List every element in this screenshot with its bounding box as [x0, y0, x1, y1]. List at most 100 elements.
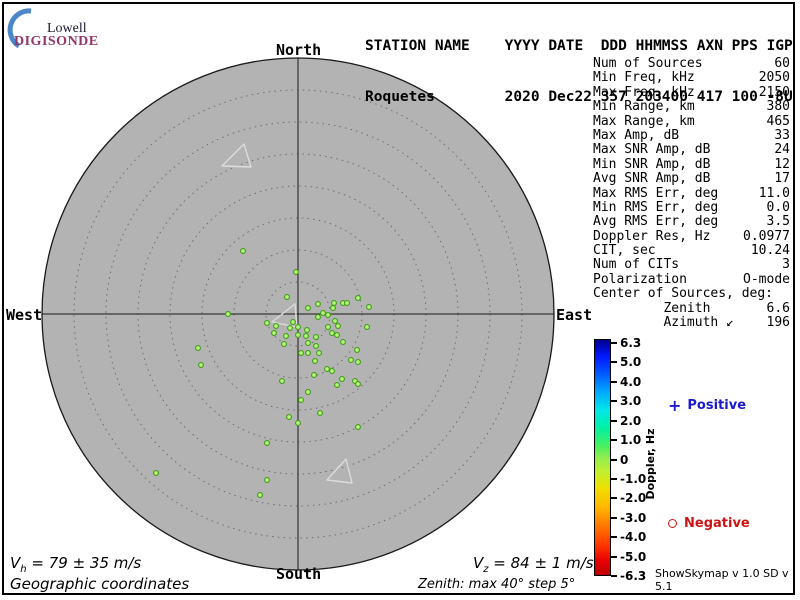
- source-dot: [280, 379, 285, 384]
- parameter-value: 17: [774, 172, 790, 186]
- source-dot: [154, 471, 159, 476]
- legend-positive: + Positive: [668, 396, 746, 415]
- parameter-label: Num of Sources: [593, 57, 703, 71]
- source-dot: [349, 358, 354, 363]
- source-dot: [336, 324, 341, 329]
- parameter-row: CIT, sec10.24: [593, 244, 790, 258]
- source-dot: [258, 493, 263, 498]
- parameter-label: Min Freq, kHz: [593, 71, 695, 85]
- source-dot: [296, 421, 301, 426]
- compass-north-label: North: [276, 41, 321, 59]
- source-dot: [335, 383, 340, 388]
- parameter-row: Min SNR Amp, dB 12: [593, 158, 790, 172]
- source-dot: [312, 373, 317, 378]
- source-dot: [199, 363, 204, 368]
- source-dot: [326, 313, 331, 318]
- source-dot: [196, 346, 201, 351]
- colorbar-tick: -6.3: [611, 568, 646, 584]
- parameter-value: 3.5: [767, 215, 790, 229]
- source-dot: [306, 306, 311, 311]
- compass-west-label: West: [6, 306, 42, 324]
- colorbar-tick: -4.0: [611, 529, 646, 545]
- parameter-row: Max RMS Err, deg11.0: [593, 187, 790, 201]
- parameter-value: 196: [767, 316, 790, 330]
- source-dot: [330, 369, 335, 374]
- source-dot: [317, 351, 322, 356]
- parameter-row: Zenith 6.6: [593, 302, 790, 316]
- parameter-label: Min SNR Amp, dB: [593, 158, 710, 172]
- parameter-row: Min Freq, kHz 2050: [593, 71, 790, 85]
- colorbar-tick: 5.0: [611, 354, 641, 370]
- source-dot: [314, 344, 319, 349]
- colorbar-tick: -5.0: [611, 549, 646, 565]
- parameter-label: Azimuth ↙: [593, 316, 734, 330]
- parameter-value: 2050: [759, 71, 790, 85]
- source-dot: [241, 249, 246, 254]
- source-dot: [274, 324, 279, 329]
- source-dot: [355, 348, 360, 353]
- source-dot: [313, 359, 318, 364]
- parameter-value: 6.6: [767, 302, 790, 316]
- coordinates-note: Geographic coordinates: [10, 575, 189, 593]
- colorbar-axis-label: Doppler, Hz: [644, 424, 658, 504]
- parameter-row: Num of CITs 3: [593, 258, 790, 272]
- parameter-label: Max Range, km: [593, 115, 695, 129]
- source-dot: [296, 325, 301, 330]
- parameter-value: 24: [774, 143, 790, 157]
- source-dot: [291, 320, 296, 325]
- source-dot: [335, 333, 340, 338]
- source-dot: [341, 340, 346, 345]
- source-dot: [340, 377, 345, 382]
- parameter-label: Polarization: [593, 273, 687, 287]
- parameter-row: Min Range, km380: [593, 100, 790, 114]
- parameter-value: 0.0977: [743, 230, 790, 244]
- parameter-label: Max Amp, dB: [593, 129, 679, 143]
- source-dot: [306, 390, 311, 395]
- source-dot: [288, 326, 293, 331]
- compass-south-label: South: [276, 565, 321, 583]
- parameter-label: Max SNR Amp, dB: [593, 143, 710, 157]
- parameter-row: Max Freq, kHz2150: [593, 86, 790, 100]
- source-dot: [314, 335, 319, 340]
- source-dot: [284, 334, 289, 339]
- legend-negative-label: Negative: [684, 516, 750, 531]
- colorbar-tick: 0: [611, 452, 628, 468]
- legend-positive-label: Positive: [687, 398, 746, 413]
- parameter-label: Avg SNR Amp, dB: [593, 172, 710, 186]
- parameter-value: 11.0: [759, 187, 790, 201]
- source-dot: [330, 331, 335, 336]
- parameter-row: Center of Sources, deg:: [593, 287, 790, 301]
- parameter-row: Azimuth ↙ 196: [593, 316, 790, 330]
- parameter-row: Min RMS Err, deg0.0: [593, 201, 790, 215]
- parameter-value: 12: [774, 158, 790, 172]
- parameter-value: O-mode: [743, 273, 790, 287]
- source-dot: [316, 302, 321, 307]
- parameter-label: Min RMS Err, deg: [593, 201, 718, 215]
- source-dot: [306, 341, 311, 346]
- parameter-label: Zenith: [593, 302, 710, 316]
- source-dot: [294, 270, 299, 275]
- parameter-row: Doppler Res, Hz0.0977: [593, 230, 790, 244]
- parameter-row: Avg RMS Err, deg3.5: [593, 215, 790, 229]
- source-dot: [282, 342, 287, 347]
- source-dot: [345, 301, 350, 306]
- source-dot: [321, 311, 326, 316]
- parameter-value: 3: [782, 258, 790, 272]
- parameter-label: Num of CITs: [593, 258, 679, 272]
- parameter-row: Num of Sources60: [593, 57, 790, 71]
- circle-icon: [668, 519, 677, 528]
- legend-negative: Negative: [668, 516, 750, 531]
- parameter-row: Avg SNR Amp, dB 17: [593, 172, 790, 186]
- parameter-value: 2150: [759, 86, 790, 100]
- source-dot: [299, 398, 304, 403]
- source-dot: [356, 296, 361, 301]
- source-dot: [296, 333, 301, 338]
- source-dot: [316, 315, 321, 320]
- source-dot: [326, 325, 331, 330]
- source-dot: [226, 312, 231, 317]
- parameter-label: Center of Sources, deg:: [593, 287, 773, 301]
- colorbar-tick: 4.0: [611, 374, 641, 390]
- lowell-digisonde-logo: Lowell DIGISONDE: [6, 6, 126, 48]
- horizontal-velocity-readout: Vh = 79 ± 35 m/s: [10, 554, 141, 575]
- colorbar-tick: 6.3: [611, 335, 641, 351]
